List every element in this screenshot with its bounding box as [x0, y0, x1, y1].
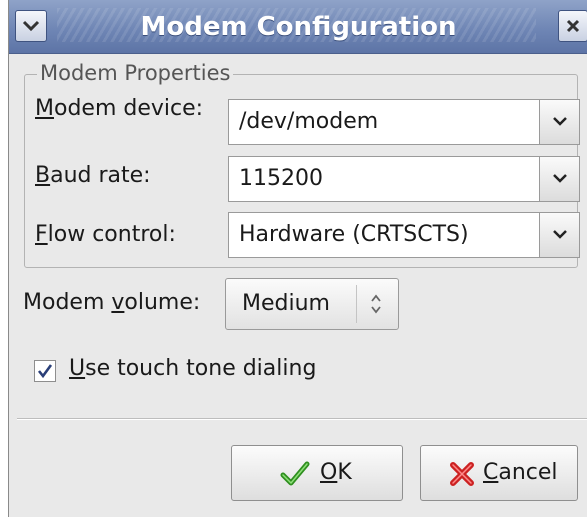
label-prefix: Modem [23, 290, 112, 315]
window-title: Modem Configuration [140, 12, 457, 42]
flow-control-value[interactable]: Hardware (CRTSCTS) [239, 213, 469, 257]
title-bar[interactable]: Modem Configuration [9, 0, 587, 54]
flow-control-dropdown-button[interactable] [539, 213, 579, 257]
close-button[interactable] [558, 10, 587, 42]
modem-configuration-dialog: Modem Configuration Modem Properties Mod… [8, 0, 587, 517]
label-text: odem device: [53, 96, 204, 121]
label-text: K [337, 460, 352, 485]
mnemonic: U [69, 356, 86, 381]
up-down-arrows-icon [371, 294, 381, 314]
option-menu-divider [356, 285, 357, 323]
chevron-down-icon [553, 174, 567, 183]
baud-rate-label: Baud rate: [35, 163, 151, 188]
frame-legend: Modem Properties [37, 61, 234, 85]
label-text: ancel [498, 460, 558, 485]
checkmark-icon [37, 364, 53, 379]
cancel-x-icon [450, 462, 474, 486]
chevron-down-icon [553, 230, 567, 239]
touch-tone-label[interactable]: Use touch tone dialing [69, 356, 316, 381]
ok-button[interactable]: OK [231, 445, 403, 501]
cancel-label: Cancel [483, 446, 558, 500]
mnemonic: v [111, 290, 125, 315]
mnemonic: F [35, 222, 48, 247]
baud-rate-value[interactable]: 115200 [239, 157, 323, 201]
modem-volume-value: Medium [242, 291, 330, 316]
flow-control-combo[interactable]: Hardware (CRTSCTS) [228, 212, 580, 258]
modem-device-value[interactable]: /dev/modem [239, 100, 378, 144]
ok-label: OK [320, 446, 352, 500]
label-text: aud rate: [50, 163, 151, 188]
chevron-down-icon [553, 117, 567, 126]
label-text: se touch tone dialing [85, 356, 317, 381]
baud-rate-dropdown-button[interactable] [539, 157, 579, 201]
mnemonic: C [483, 460, 499, 485]
close-icon [566, 19, 580, 33]
separator [17, 418, 587, 420]
mnemonic: M [35, 96, 54, 121]
modem-device-combo[interactable]: /dev/modem [228, 99, 580, 145]
modem-volume-label: Modem volume: [23, 290, 200, 315]
mnemonic: O [320, 460, 338, 485]
touch-tone-checkbox[interactable] [34, 360, 56, 382]
label-text: olume: [124, 290, 201, 315]
label-text: low control: [47, 222, 176, 247]
modem-device-dropdown-button[interactable] [539, 100, 579, 144]
cancel-button[interactable]: Cancel [420, 445, 578, 501]
mnemonic: B [35, 163, 51, 188]
checkmark-icon [280, 461, 310, 486]
flow-control-label: Flow control: [35, 222, 176, 247]
modem-volume-option-menu[interactable]: Medium [225, 278, 399, 330]
baud-rate-combo[interactable]: 115200 [228, 156, 580, 202]
modem-device-label: Modem device: [35, 96, 203, 121]
